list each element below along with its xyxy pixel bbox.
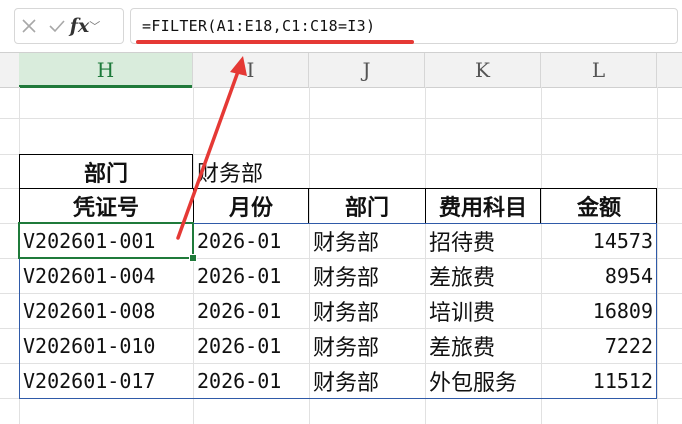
annotation-arrow: [176, 56, 247, 240]
